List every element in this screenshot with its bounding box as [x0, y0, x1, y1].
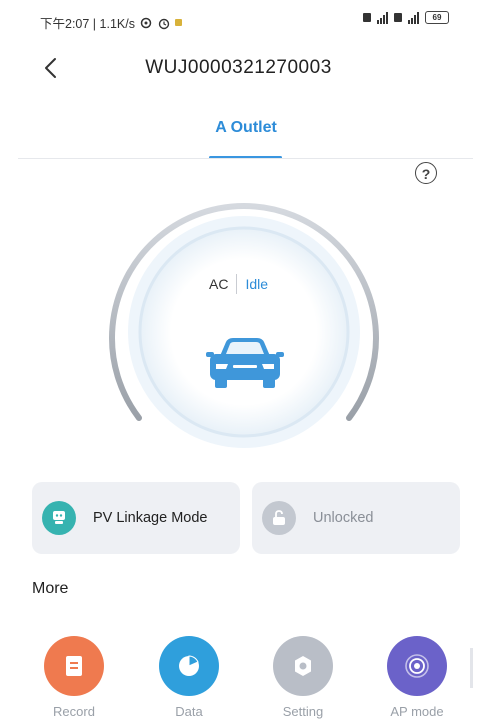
- sim1-icon: [363, 13, 371, 22]
- status-time-speed: 下午2:07 | 1.1K/s: [40, 17, 135, 31]
- record-icon: [44, 636, 104, 696]
- status-left: 下午2:07 | 1.1K/s: [40, 13, 182, 32]
- tab-divider: [18, 158, 473, 159]
- signal1-icon: [377, 11, 388, 24]
- tab-a-outlet[interactable]: A Outlet: [196, 119, 296, 137]
- data-label: Data: [175, 704, 203, 719]
- gear-icon: [273, 636, 333, 696]
- car-icon: [206, 338, 284, 388]
- status-right: 69: [363, 11, 449, 24]
- data-button[interactable]: Data: [144, 636, 234, 719]
- pv-linkage-icon: [42, 501, 76, 535]
- setting-button[interactable]: Setting: [258, 636, 348, 719]
- page-title: WUJ0000321270003: [145, 57, 332, 78]
- unlock-icon: [262, 501, 296, 535]
- ap-mode-button[interactable]: AP mode: [372, 636, 462, 719]
- pv-linkage-label: PV Linkage Mode: [93, 510, 208, 526]
- charger-status-gauge: [109, 203, 379, 448]
- pie-chart-icon: [159, 636, 219, 696]
- lock-status-label: Unlocked: [313, 510, 374, 526]
- ap-mode-label: AP mode: [390, 704, 444, 719]
- scroll-edge-indicator: [470, 648, 473, 688]
- signal2-icon: [408, 11, 419, 24]
- lock-card[interactable]: Unlocked: [252, 482, 460, 554]
- pv-linkage-card[interactable]: PV Linkage Mode: [32, 482, 240, 554]
- sim2-icon: [394, 13, 402, 22]
- bluetooth-gear-icon: [140, 17, 152, 28]
- notification-dot-icon: [174, 19, 182, 26]
- charger-status-row: AC Idle: [0, 274, 477, 294]
- battery-icon: 69: [425, 11, 449, 24]
- record-label: Record: [53, 704, 95, 719]
- help-icon[interactable]: ?: [415, 162, 437, 184]
- record-button[interactable]: Record: [29, 636, 119, 719]
- wifi-broadcast-icon: [387, 636, 447, 696]
- setting-label: Setting: [282, 704, 324, 719]
- charge-state-label: Idle: [245, 276, 269, 292]
- alarm-icon: [158, 18, 170, 29]
- charge-mode-label: AC: [208, 276, 229, 292]
- status-bar: 下午2:07 | 1.1K/s 69: [0, 0, 477, 40]
- more-section-title: More: [32, 580, 69, 597]
